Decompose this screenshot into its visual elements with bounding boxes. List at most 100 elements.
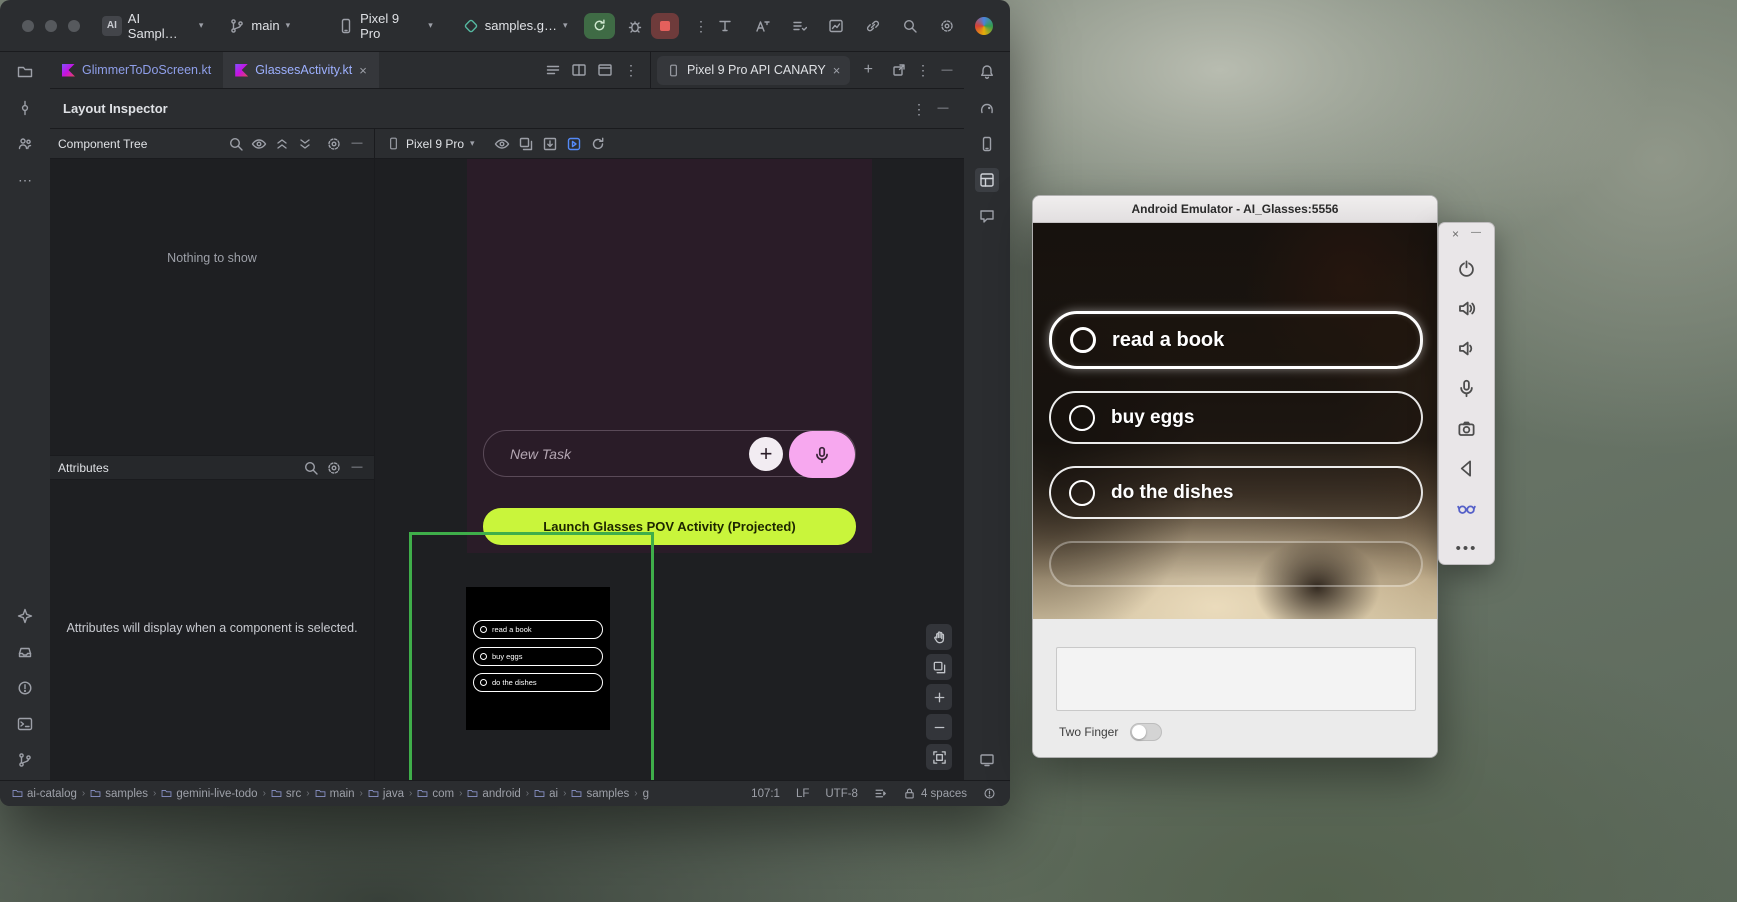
power-button[interactable]	[1447, 248, 1487, 288]
todo-circle-icon[interactable]	[1069, 405, 1095, 431]
layout-inspector-tool-icon[interactable]	[975, 168, 999, 192]
column-selection-icon[interactable]	[874, 787, 887, 800]
multi-display-icon[interactable]	[926, 654, 952, 680]
add-device-tab-button[interactable]: +	[856, 58, 880, 82]
hide-device-panel-icon[interactable]: —	[936, 59, 958, 81]
project-tool-icon[interactable]	[13, 60, 37, 84]
tree-settings-gear-icon[interactable]	[323, 133, 345, 155]
gemini-tool-icon[interactable]	[13, 604, 37, 628]
breadcrumb-item[interactable]: gemini-live-todo	[161, 788, 257, 800]
new-task-input[interactable]: New Task	[484, 446, 571, 462]
project-selector[interactable]: AI AI Sampl… ▾	[102, 11, 203, 41]
build-tool-icon[interactable]	[13, 640, 37, 664]
breadcrumb-item[interactable]: ai-catalog	[12, 788, 77, 800]
new-task-field[interactable]: New Task +	[483, 430, 856, 477]
breadcrumb-item[interactable]: ai	[534, 788, 558, 800]
window-traffic-lights[interactable]	[22, 20, 80, 32]
target-device-selector[interactable]: Pixel 9 Pro ▾	[338, 11, 433, 41]
export-snapshot-icon[interactable]	[539, 133, 561, 155]
microphone-button[interactable]	[1447, 368, 1487, 408]
mirror-visibility-icon[interactable]	[491, 133, 513, 155]
preview-layout-icon[interactable]	[594, 59, 616, 81]
mirrored-phone-screen[interactable]: New Task + Launch Glasses POV Activity (…	[467, 159, 872, 553]
todo-circle-icon[interactable]	[1070, 327, 1096, 353]
breadcrumb-item[interactable]: main	[315, 788, 355, 800]
settings-gear-icon[interactable]	[935, 14, 959, 38]
emulator-title-bar[interactable]: Android Emulator - AI_Glasses:5556	[1033, 196, 1437, 223]
open-in-new-window-icon[interactable]	[888, 59, 910, 81]
zoom-window-button[interactable]	[68, 20, 80, 32]
profiler-icon[interactable]	[824, 14, 848, 38]
commit-tool-icon[interactable]	[13, 96, 37, 120]
indent-widget[interactable]: 4 spaces	[921, 788, 967, 800]
glasses-todo-item[interactable]: do the dishes	[1049, 466, 1423, 519]
tree-visibility-icon[interactable]	[248, 133, 270, 155]
breadcrumb-item[interactable]: src	[271, 788, 301, 800]
inspections-status-icon[interactable]	[983, 787, 996, 800]
run-configuration-selector[interactable]: samples.g… ▾	[463, 18, 568, 34]
zoom-out-button[interactable]	[926, 714, 952, 740]
voice-input-button[interactable]	[789, 431, 855, 478]
refresh-inspector-icon[interactable]	[587, 133, 609, 155]
task-list-icon[interactable]	[787, 14, 811, 38]
encoding-widget[interactable]: UTF-8	[825, 788, 858, 800]
editor-options-kebab-icon[interactable]: ⋮	[620, 59, 642, 81]
two-finger-toggle[interactable]	[1130, 723, 1162, 741]
add-task-button[interactable]: +	[749, 437, 783, 471]
camera-button[interactable]	[1447, 408, 1487, 448]
search-icon[interactable]	[898, 14, 922, 38]
attributes-gear-icon[interactable]	[323, 457, 345, 479]
todo-circle-icon[interactable]	[1069, 480, 1095, 506]
device-panel-kebab-icon[interactable]: ⋮	[912, 59, 934, 81]
more-tool-windows-icon[interactable]: ⋯	[13, 168, 37, 192]
zoom-in-button[interactable]	[926, 684, 952, 710]
breadcrumb-item[interactable]: java	[368, 788, 404, 800]
attributes-minimize-icon[interactable]: —	[346, 457, 368, 479]
emulator-toolbar-close-icon[interactable]: ×	[1452, 228, 1459, 240]
feedback-tool-icon[interactable]	[975, 204, 999, 228]
line-separator-widget[interactable]: LF	[796, 788, 809, 800]
glasses-todo-item[interactable]: read a book	[1049, 311, 1423, 369]
branch-selector[interactable]: main ▾	[229, 18, 290, 34]
collapse-all-icon[interactable]	[294, 133, 316, 155]
attributes-search-icon[interactable]	[300, 457, 322, 479]
close-device-tab-icon[interactable]: ×	[833, 63, 841, 78]
breadcrumb-item[interactable]: samples	[571, 788, 629, 800]
breadcrumb-item[interactable]: com	[417, 788, 454, 800]
compose-preview-icon[interactable]	[713, 14, 737, 38]
split-editor-icon[interactable]	[568, 59, 590, 81]
inspector-kebab-icon[interactable]: ⋮	[908, 98, 930, 120]
debug-button[interactable]	[623, 14, 647, 38]
volume-down-button[interactable]	[1447, 328, 1487, 368]
minimize-window-button[interactable]	[45, 20, 57, 32]
running-devices-tool-icon[interactable]	[975, 748, 999, 772]
breadcrumb-item[interactable]: samples	[90, 788, 148, 800]
running-device-tab[interactable]: Pixel 9 Pro API CANARY ×	[657, 56, 850, 85]
close-tab-icon[interactable]: ×	[359, 63, 367, 78]
tab-glimmertodoscreen[interactable]: GlimmerToDoScreen.kt	[50, 52, 223, 88]
notifications-bell-icon[interactable]	[975, 60, 999, 84]
tab-glassesactivity[interactable]: GlassesActivity.kt ×	[223, 52, 379, 88]
problems-tool-icon[interactable]	[13, 676, 37, 700]
version-control-tool-icon[interactable]	[13, 748, 37, 772]
translate-icon[interactable]	[750, 14, 774, 38]
run-more-options-button[interactable]: ⋮	[689, 14, 713, 38]
cursor-position-widget[interactable]: 107:1	[751, 788, 780, 800]
inspector-minimize-icon[interactable]: —	[932, 98, 954, 120]
emulator-glasses-pov-view[interactable]: read a book buy eggs do the dishes	[1033, 223, 1438, 619]
emulator-toolbar-minimize-icon[interactable]: —	[1471, 228, 1481, 240]
profile-avatar[interactable]	[972, 14, 996, 38]
tree-minimize-icon[interactable]: —	[346, 133, 368, 155]
stop-button[interactable]	[651, 13, 679, 39]
breadcrumb-item[interactable]: g	[643, 788, 649, 800]
terminal-tool-icon[interactable]	[13, 712, 37, 736]
breadcrumb-item[interactable]: android	[467, 788, 520, 800]
touchpad-area[interactable]	[1056, 647, 1416, 711]
live-updates-icon[interactable]	[563, 133, 585, 155]
editor-list-icon[interactable]	[542, 59, 564, 81]
tree-search-icon[interactable]	[225, 133, 247, 155]
more-options-button[interactable]: •••	[1447, 528, 1487, 568]
close-window-button[interactable]	[22, 20, 34, 32]
glasses-button[interactable]	[1447, 488, 1487, 528]
pan-hand-icon[interactable]	[926, 624, 952, 650]
